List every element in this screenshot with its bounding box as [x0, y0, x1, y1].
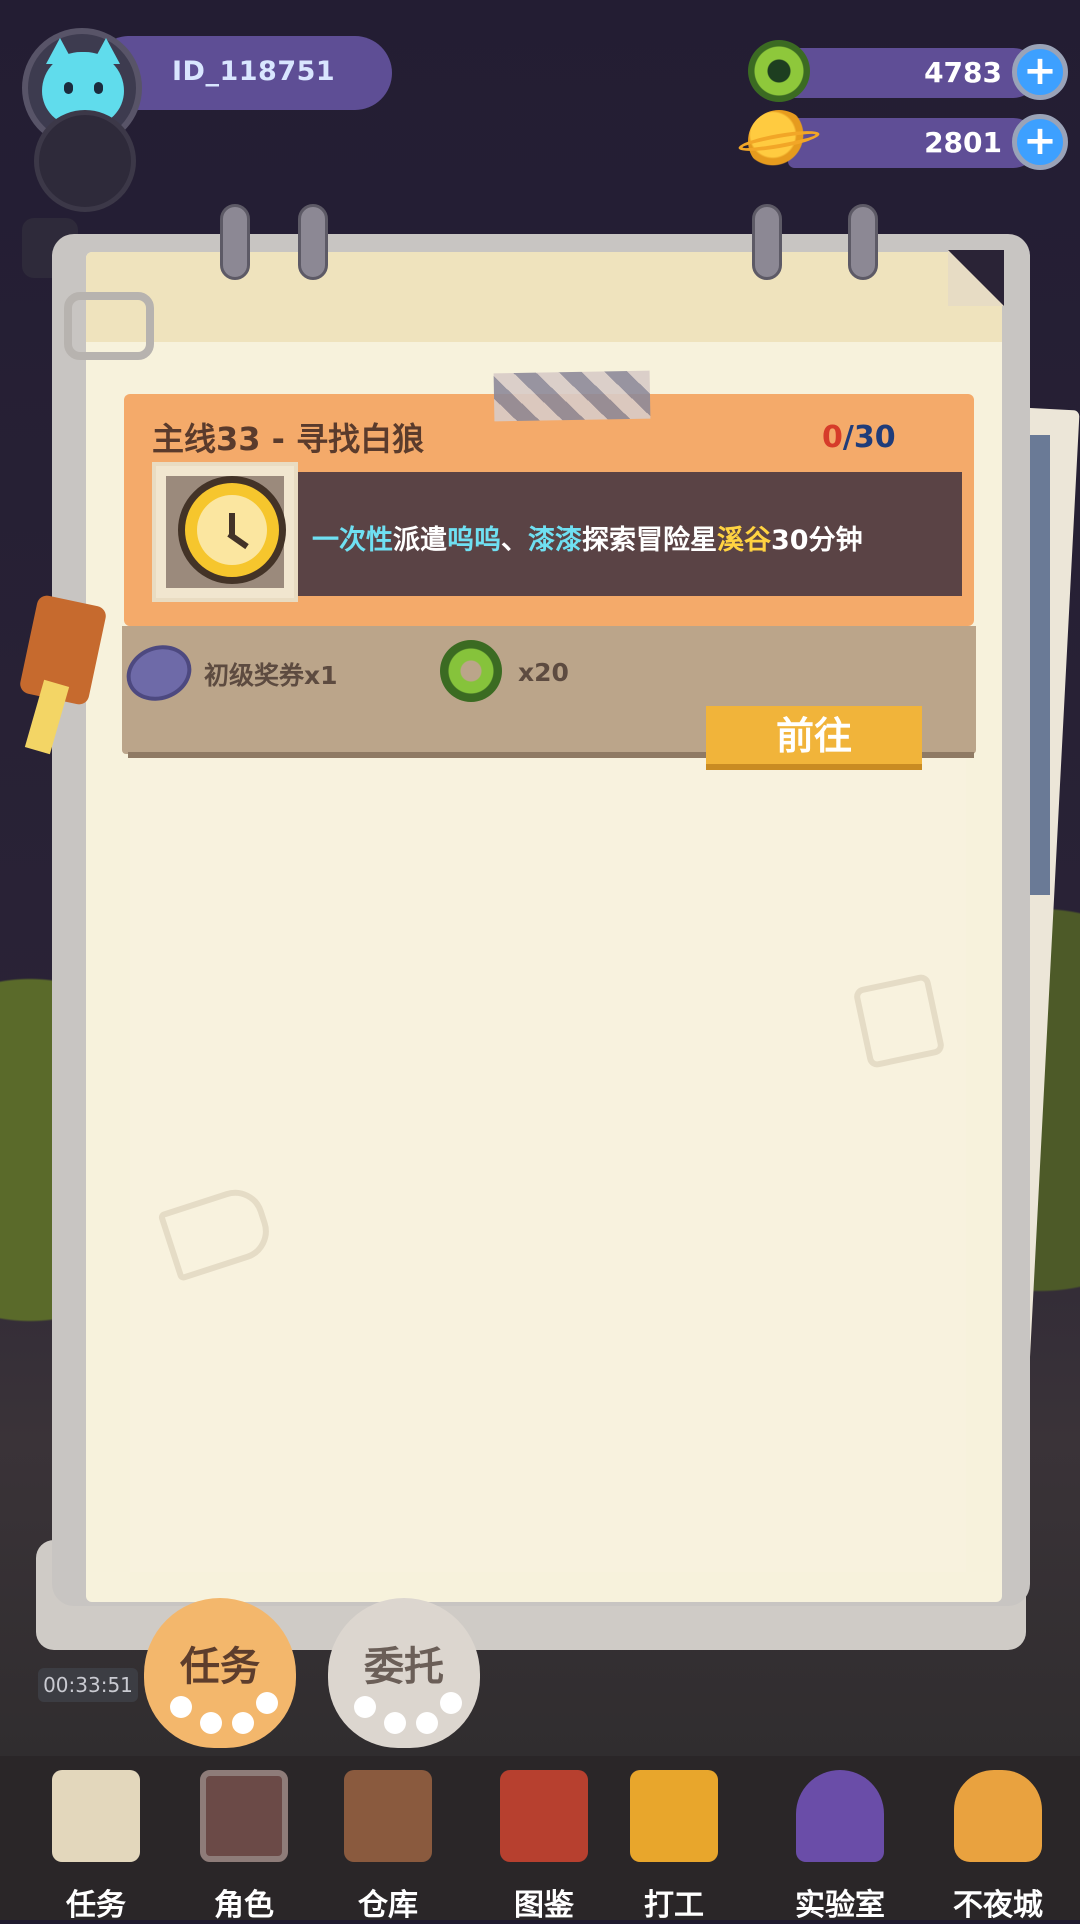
paw-icon: [256, 1692, 278, 1714]
binder-ring-icon: [838, 204, 888, 302]
tape-decoration: [493, 370, 651, 422]
go-button[interactable]: 前往: [706, 706, 922, 770]
task-title: 主线33 - 寻找白狼: [152, 420, 425, 458]
currency-green-ring: 4783 +: [748, 40, 1068, 104]
task-description: 一次性派遣呜呜、漆漆探索冒险星溪谷30分钟: [312, 525, 863, 556]
currency-value: 4783: [924, 56, 1002, 89]
paw-icon: [416, 1712, 438, 1734]
binder-ring-icon: [210, 204, 260, 302]
eye-icon: [94, 82, 103, 94]
nav-item-laboratory[interactable]: 实验室: [770, 1760, 910, 1923]
tv-icon: [630, 1770, 718, 1862]
binder-ring-icon: [288, 204, 338, 302]
green-ring-icon: [748, 40, 810, 102]
paw-icon: [170, 1696, 192, 1718]
tab-commissions[interactable]: 委托: [328, 1598, 480, 1748]
clock-icon: [178, 476, 286, 584]
side-menu-button[interactable]: [34, 110, 136, 212]
add-currency-button[interactable]: +: [1012, 44, 1068, 100]
currency-value: 2801: [924, 126, 1002, 159]
paw-icon: [440, 1692, 462, 1714]
gold-planet-icon: [748, 110, 810, 172]
progress-total: /30: [842, 420, 896, 455]
page-fold-corner: [948, 250, 1004, 306]
reward-label: x20: [518, 658, 569, 687]
task-progress: 0/30: [822, 420, 896, 455]
paw-icon: [384, 1712, 406, 1734]
binder-ring-icon: [742, 204, 792, 302]
nav-item-work[interactable]: 打工: [604, 1760, 744, 1923]
task-list-area: [130, 740, 966, 1572]
reward-label: 初级奖券x1: [204, 661, 338, 690]
nav-item-characters[interactable]: 角色: [174, 1760, 314, 1923]
nav-item-night-city[interactable]: 不夜城: [928, 1760, 1068, 1923]
timer-readout: 00:33:51: [38, 1668, 138, 1702]
chest-icon: [344, 1770, 432, 1862]
eye-icon: [64, 82, 73, 94]
player-id: ID_118751: [172, 56, 336, 87]
add-currency-button[interactable]: +: [1012, 114, 1068, 170]
nav-item-warehouse[interactable]: 仓库: [318, 1760, 458, 1923]
paw-icon: [232, 1712, 254, 1734]
nav-item-collection[interactable]: 图鉴: [474, 1760, 614, 1923]
tab-tasks[interactable]: 任务: [144, 1598, 296, 1748]
green-ring-icon: [440, 640, 502, 702]
cat-character-icon: [954, 1770, 1042, 1862]
paw-icon: [354, 1696, 376, 1718]
clipboard-icon: [52, 1770, 140, 1862]
paw-icon: [200, 1712, 222, 1734]
portrait-icon: [200, 1770, 288, 1862]
binder-clip-icon: [64, 292, 154, 360]
book-icon: [500, 1770, 588, 1862]
nav-item-tasks[interactable]: 任务: [26, 1760, 166, 1923]
currency-gold-planet: 2801 +: [748, 110, 1068, 174]
doodle-decoration: [852, 972, 946, 1070]
progress-current: 0: [822, 420, 843, 455]
lab-capsule-icon: [796, 1770, 884, 1862]
